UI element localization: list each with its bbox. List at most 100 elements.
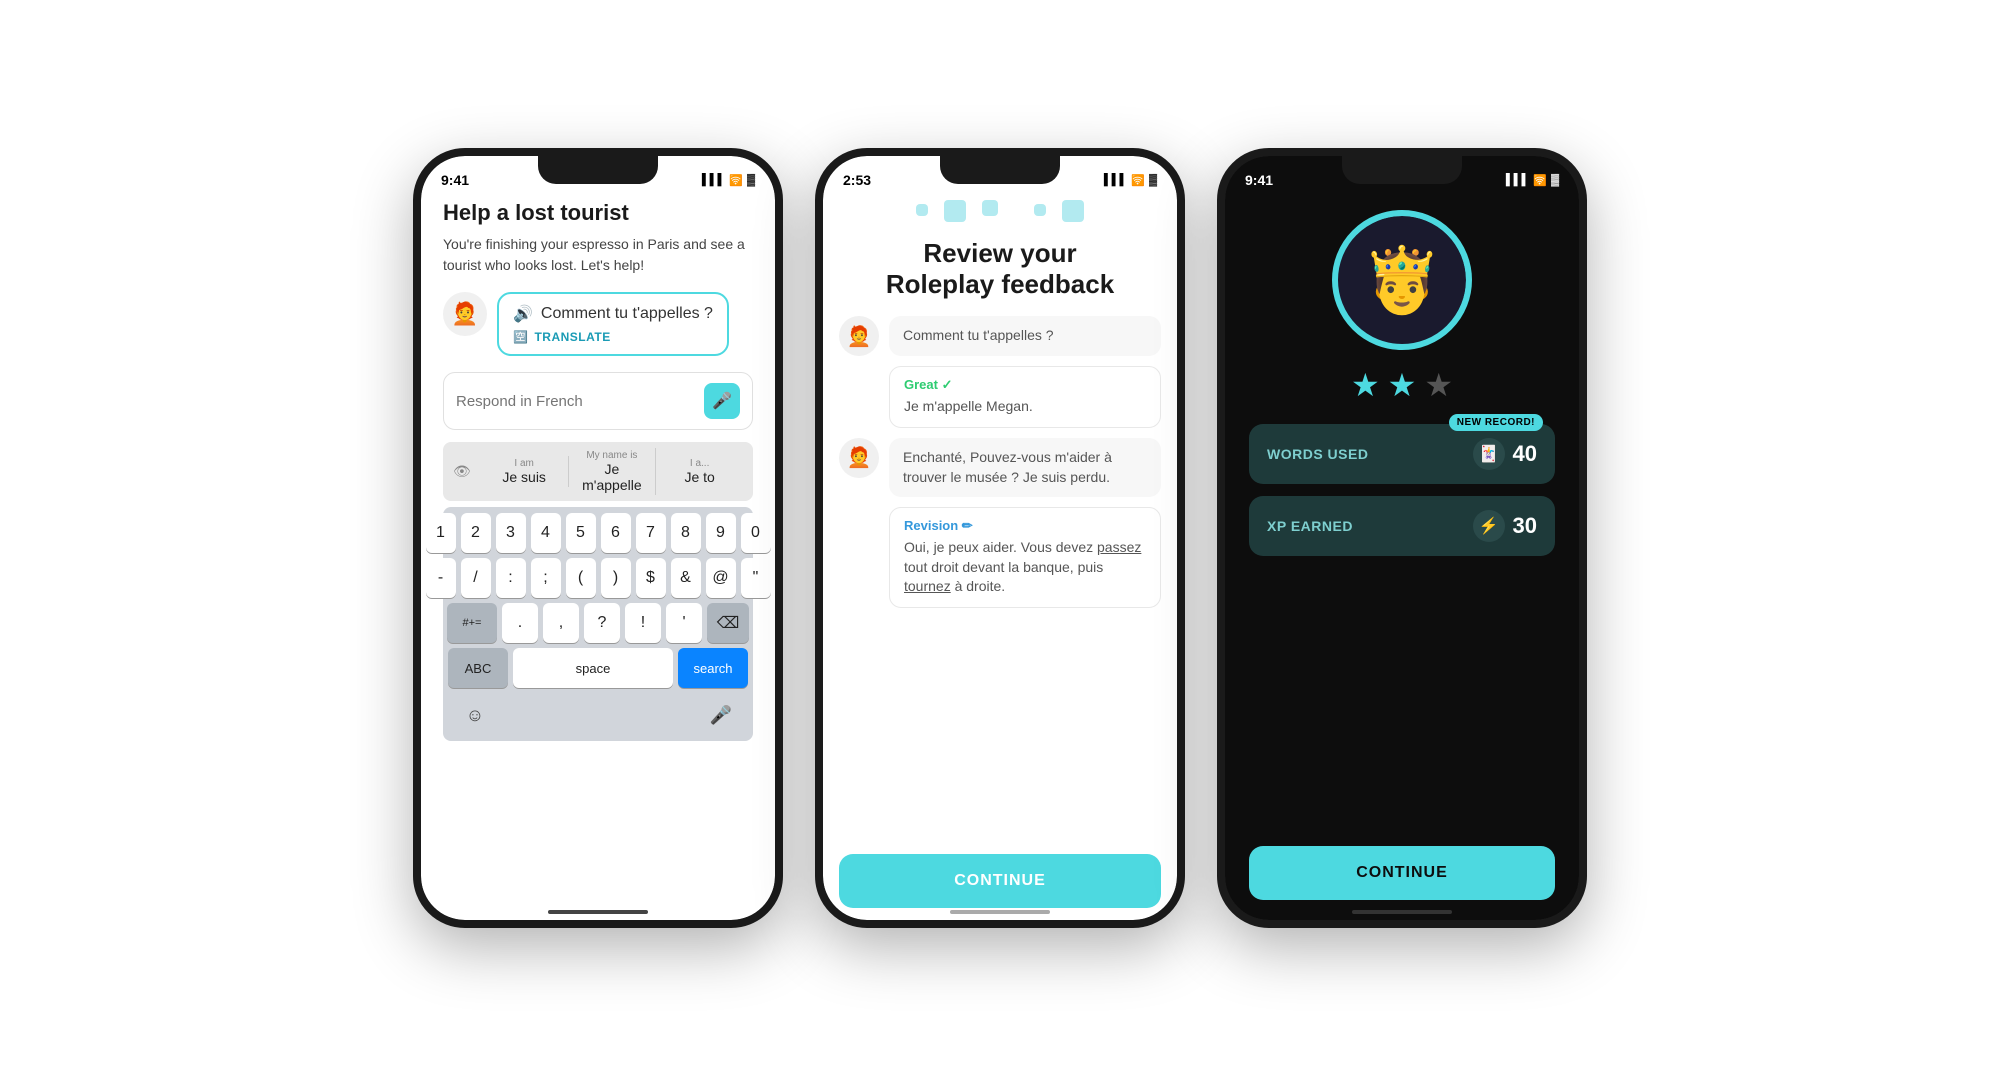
speaker-icon: 🔊 xyxy=(513,304,533,324)
response-bubble-2: Revision ✏ Oui, je peux aider. Vous deve… xyxy=(889,507,1161,608)
translate-btn[interactable]: 🈳 TRANSLATE xyxy=(513,330,713,344)
key-8[interactable]: 8 xyxy=(671,513,701,553)
key-lparen[interactable]: ( xyxy=(566,558,596,598)
translate-icon: 🈳 xyxy=(513,330,528,344)
phone-1: 9:41 ▌▌▌ 🛜 ▓ Help a lost tourist You're … xyxy=(413,148,783,928)
key-comma[interactable]: , xyxy=(543,603,579,643)
suggestion-2[interactable]: My name is Je m'appelle xyxy=(569,448,657,495)
signal-icon: ▌▌▌ xyxy=(702,174,725,186)
xp-icon: ⚡ xyxy=(1473,510,1505,542)
chat-row-1: 🧑‍🦰 🔊 Comment tu t'appelles ? 🈳 TRANSLAT… xyxy=(443,292,753,356)
key-4[interactable]: 4 xyxy=(531,513,561,553)
key-0[interactable]: 0 xyxy=(741,513,771,553)
key-quote[interactable]: " xyxy=(741,558,771,598)
key-slash[interactable]: / xyxy=(461,558,491,598)
key-6[interactable]: 6 xyxy=(601,513,631,553)
suggestion-1[interactable]: I am Je suis xyxy=(481,456,569,487)
keyboard-row-symbols: - / : ; ( ) $ & @ " xyxy=(447,558,749,598)
keyboard-row-misc: #+= . , ? ! ' ⌫ xyxy=(447,603,749,643)
stars-row: ★ ★ ★ xyxy=(1351,366,1453,404)
response-1: Great ✓ Je m'appelle Megan. xyxy=(889,366,1161,428)
key-amp[interactable]: & xyxy=(671,558,701,598)
deco-dots xyxy=(839,200,1161,222)
status-icons-3: ▌▌▌ 🛜 ▓ xyxy=(1506,174,1559,187)
phone-3: 9:41 ▌▌▌ 🛜 ▓ 🤴 ★ ★ ★ xyxy=(1217,148,1587,928)
respond-input[interactable] xyxy=(456,393,704,410)
bubble-text-1: 🔊 Comment tu t'appelles ? xyxy=(513,304,713,324)
underline-passez: passez xyxy=(1097,539,1141,555)
word-suggestions: 👁 I am Je suis My name is Je m'appelle I… xyxy=(443,442,753,501)
page-title-1: Help a lost tourist xyxy=(443,200,753,226)
search-key[interactable]: search xyxy=(678,648,748,688)
phone-2: 2:53 ▌▌▌ 🛜 ▓ Review yourRoleplay feedbac… xyxy=(815,148,1185,928)
signal-icon-2: ▌▌▌ xyxy=(1104,174,1127,186)
phone1-content: Help a lost tourist You're finishing you… xyxy=(421,200,775,920)
response-label-1: Great ✓ xyxy=(904,377,1146,393)
key-semicolon[interactable]: ; xyxy=(531,558,561,598)
battery-icon-3: ▓ xyxy=(1551,174,1559,186)
key-abc[interactable]: ABC xyxy=(448,648,508,688)
mic-btn[interactable]: 🎤 xyxy=(704,383,740,419)
keyboard: 1 2 3 4 5 6 7 8 9 0 - / : xyxy=(443,507,753,741)
deco-dot-1 xyxy=(916,204,928,216)
home-indicator-3 xyxy=(1352,910,1452,914)
key-3[interactable]: 3 xyxy=(496,513,526,553)
key-question[interactable]: ? xyxy=(584,603,620,643)
response-bubble-1: Great ✓ Je m'appelle Megan. xyxy=(889,366,1161,428)
chat-bubble-1: 🔊 Comment tu t'appelles ? 🈳 TRANSLATE xyxy=(497,292,729,356)
respond-input-row[interactable]: 🎤 xyxy=(443,372,753,430)
key-delete[interactable]: ⌫ xyxy=(707,603,749,643)
key-1[interactable]: 1 xyxy=(426,513,456,553)
key-period[interactable]: . xyxy=(502,603,538,643)
deco-dot-5 xyxy=(1062,200,1084,222)
keyboard-row-numbers: 1 2 3 4 5 6 7 8 9 0 xyxy=(447,513,749,553)
emoji-key[interactable]: ☺ xyxy=(455,697,495,733)
signal-icon-3: ▌▌▌ xyxy=(1506,174,1529,186)
key-at[interactable]: @ xyxy=(706,558,736,598)
underline-tournez: tournez xyxy=(904,578,951,594)
feedback-bubble-1: Comment tu t'appelles ? xyxy=(889,316,1161,356)
avatar-ring: 🤴 xyxy=(1332,210,1472,350)
key-5[interactable]: 5 xyxy=(566,513,596,553)
key-colon[interactable]: : xyxy=(496,558,526,598)
feedback-avatar-1: 🧑‍🦰 xyxy=(839,316,879,356)
keyboard-row-bottom: ABC space search xyxy=(447,648,749,688)
time-3: 9:41 xyxy=(1245,172,1273,188)
continue-btn-3[interactable]: CONTINUE xyxy=(1249,846,1555,900)
keyboard-mic[interactable]: 🎤 xyxy=(701,697,741,733)
deco-dot-2 xyxy=(944,200,966,222)
key-apostrophe[interactable]: ' xyxy=(666,603,702,643)
battery-icon: ▓ xyxy=(747,174,755,186)
feedback-avatar-2: 🧑‍🦰 xyxy=(839,438,879,478)
xp-earned-right: ⚡ 30 xyxy=(1473,510,1537,542)
phone2-content: Review yourRoleplay feedback 🧑‍🦰 Comment… xyxy=(823,200,1177,920)
deco-dot-3 xyxy=(982,200,998,216)
battery-icon-2: ▓ xyxy=(1149,174,1157,186)
key-space[interactable]: space xyxy=(513,648,673,688)
xp-earned-label: XP EARNED xyxy=(1267,518,1353,534)
avatar-1: 🧑‍🦰 xyxy=(443,292,487,336)
keyboard-bottom-bar: ☺ 🎤 xyxy=(447,693,749,735)
key-dollar[interactable]: $ xyxy=(636,558,666,598)
star-2: ★ xyxy=(1388,366,1417,404)
feedback-row-2: 🧑‍🦰 Enchanté, Pouvez-vous m'aider à trou… xyxy=(839,438,1161,497)
suggestion-3[interactable]: I a... Je to xyxy=(656,456,743,487)
key-exclaim[interactable]: ! xyxy=(625,603,661,643)
phone3-content: 🤴 ★ ★ ★ NEW RECORD! WORDS USED 🃏 40 xyxy=(1225,200,1579,920)
key-2[interactable]: 2 xyxy=(461,513,491,553)
words-used-card: NEW RECORD! WORDS USED 🃏 40 xyxy=(1249,424,1555,484)
home-indicator-2 xyxy=(950,910,1050,914)
hide-suggestions-icon[interactable]: 👁 xyxy=(453,463,471,480)
notch-1 xyxy=(538,156,658,184)
wifi-icon: 🛜 xyxy=(729,174,743,187)
wifi-icon-2: 🛜 xyxy=(1131,174,1145,187)
key-rparen[interactable]: ) xyxy=(601,558,631,598)
time-2: 2:53 xyxy=(843,172,871,188)
key-hashplus[interactable]: #+= xyxy=(447,603,497,643)
key-dash[interactable]: - xyxy=(426,558,456,598)
continue-btn-2[interactable]: CONTINUE xyxy=(839,854,1161,908)
time-1: 9:41 xyxy=(441,172,469,188)
response-2: Revision ✏ Oui, je peux aider. Vous deve… xyxy=(889,507,1161,608)
key-9[interactable]: 9 xyxy=(706,513,736,553)
key-7[interactable]: 7 xyxy=(636,513,666,553)
